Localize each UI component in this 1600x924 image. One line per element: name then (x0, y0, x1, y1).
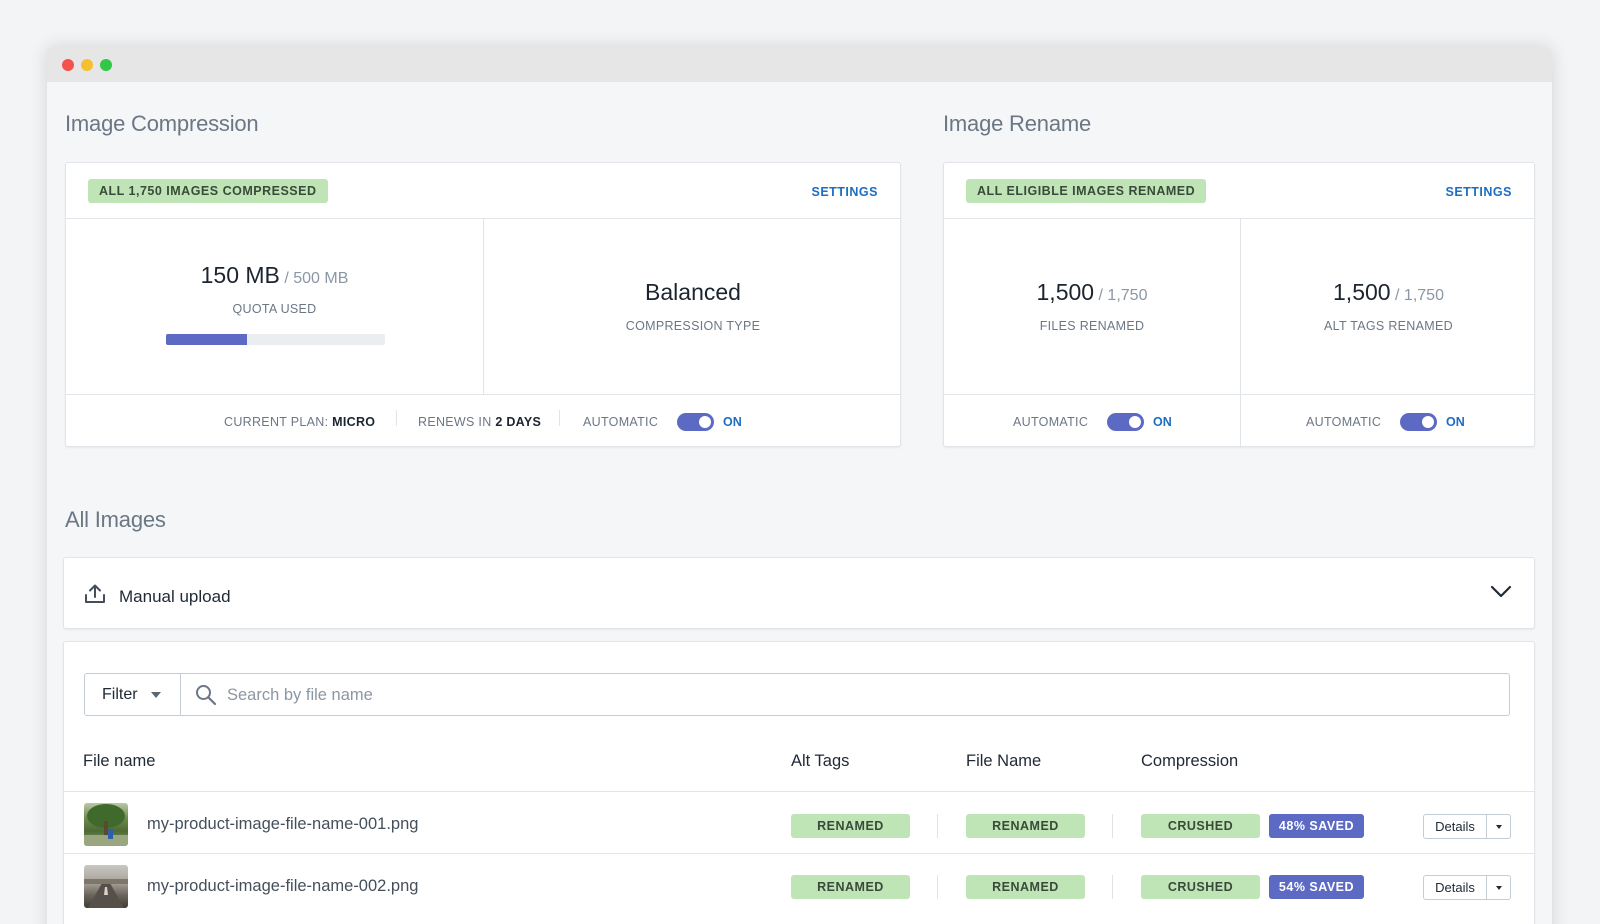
files-automatic-label: AUTOMATIC (1013, 415, 1089, 429)
rename-settings-link[interactable]: SETTINGS (1445, 185, 1512, 199)
divider (944, 394, 1534, 395)
manual-upload-label: Manual upload (119, 586, 231, 606)
renews-value: 2 DAYS (495, 415, 542, 429)
divider (944, 218, 1534, 219)
divider (559, 410, 560, 426)
files-total-value: / 1,750 (1098, 287, 1148, 304)
caret-down-icon (150, 691, 161, 698)
compression-type-value: Balanced (645, 279, 741, 305)
alt-tags-status-badge: RENAMED (791, 814, 910, 838)
alt-automatic-state: ON (1446, 415, 1465, 429)
divider (64, 853, 1534, 854)
chevron-down-icon[interactable] (1490, 585, 1512, 604)
compression-card: ALL 1,750 IMAGES COMPRESSED SETTINGS 150… (65, 162, 901, 447)
manual-upload-row: Manual upload (84, 584, 231, 609)
file-name-cell: my-product-image-file-name-002.png (147, 877, 419, 895)
file-name-status-badge: RENAMED (966, 875, 1085, 899)
current-plan-label: CURRENT PLAN: (224, 415, 329, 429)
quota-label: QUOTA USED (232, 302, 317, 316)
compression-automatic-label: AUTOMATIC (583, 415, 659, 429)
compression-type-label: COMPRESSION TYPE (625, 319, 761, 333)
search-icon (195, 684, 217, 711)
all-images-section-title: All Images (65, 507, 166, 532)
renews-label: RENEWS IN (418, 415, 492, 429)
alt-tags-renamed-label: ALT TAGS RENAMED (1324, 319, 1453, 333)
divider (1240, 218, 1241, 448)
alt-renamed-value: 1,500 (1333, 279, 1391, 305)
divider (1486, 815, 1487, 838)
quota-progress-fill (166, 334, 248, 345)
divider (1112, 875, 1113, 899)
compression-automatic-toggle[interactable] (677, 413, 714, 431)
details-button[interactable]: Details (1423, 875, 1511, 900)
search-field[interactable] (180, 673, 1510, 716)
caret-down-icon[interactable] (1496, 886, 1502, 890)
column-header-file-name-status[interactable]: File Name (966, 752, 1041, 771)
quota-progress-bar (166, 334, 385, 345)
renews-in: RENEWS IN 2 DAYS (418, 415, 541, 429)
files-renamed-label: FILES RENAMED (1039, 319, 1145, 333)
alt-total-value: / 1,750 (1395, 287, 1444, 304)
compression-status-badge: CRUSHED (1141, 814, 1260, 838)
maximize-window-button[interactable] (100, 59, 112, 71)
compression-section-title: Image Compression (65, 111, 259, 136)
divider (1112, 814, 1113, 838)
divider (64, 791, 1534, 792)
file-name-cell: my-product-image-file-name-001.png (147, 815, 419, 833)
alt-tags-renamed-stat: 1,500 / 1,750 ALT TAGS RENAMED (1241, 279, 1536, 333)
toggle-knob (699, 416, 711, 428)
column-header-alt-tags[interactable]: Alt Tags (791, 752, 849, 771)
details-label: Details (1435, 819, 1475, 834)
compression-status-badge: ALL 1,750 IMAGES COMPRESSED (88, 179, 328, 203)
compression-type-stat: Balanced COMPRESSION TYPE (484, 279, 902, 333)
details-button[interactable]: Details (1423, 814, 1511, 839)
divider (937, 814, 938, 838)
alt-automatic-label: AUTOMATIC (1306, 415, 1382, 429)
toggle-knob (1422, 416, 1434, 428)
column-header-compression[interactable]: Compression (1141, 752, 1238, 771)
title-bar (47, 47, 1552, 82)
details-label: Details (1435, 880, 1475, 895)
image-thumbnail (84, 803, 128, 846)
files-automatic-state: ON (1153, 415, 1172, 429)
compression-settings-link[interactable]: SETTINGS (811, 185, 878, 199)
file-name-status-badge: RENAMED (966, 814, 1085, 838)
manual-upload-panel[interactable]: Manual upload (63, 557, 1535, 629)
filter-dropdown[interactable]: Filter (84, 673, 181, 716)
divider (937, 875, 938, 899)
quota-stat: 150 MB / 500 MB QUOTA USED (66, 262, 483, 316)
rename-card: ALL ELIGIBLE IMAGES RENAMED SETTINGS 1,5… (943, 162, 1536, 448)
image-thumbnail (84, 865, 128, 908)
toggle-knob (1129, 416, 1141, 428)
current-plan-value: MICRO (332, 415, 376, 429)
files-automatic-toggle[interactable] (1107, 413, 1144, 431)
divider (66, 394, 900, 395)
upload-icon (84, 584, 106, 609)
quota-used-value: 150 MB (200, 262, 280, 288)
divider (1486, 876, 1487, 899)
files-renamed-stat: 1,500 / 1,750 FILES RENAMED (944, 279, 1240, 333)
close-window-button[interactable] (62, 59, 74, 71)
alt-automatic-toggle[interactable] (1400, 413, 1437, 431)
compression-automatic-state: ON (723, 415, 742, 429)
quota-total-value: / 500 MB (284, 270, 349, 287)
rename-status-badge: ALL ELIGIBLE IMAGES RENAMED (966, 179, 1207, 203)
files-renamed-value: 1,500 (1036, 279, 1095, 305)
alt-tags-status-badge: RENAMED (791, 875, 910, 899)
current-plan: CURRENT PLAN: MICRO (224, 415, 375, 429)
search-input[interactable] (227, 684, 1427, 706)
saved-badge: 48% SAVED (1269, 814, 1364, 838)
filter-label: Filter (102, 685, 138, 703)
caret-down-icon[interactable] (1496, 825, 1502, 829)
compression-status-badge: CRUSHED (1141, 875, 1260, 899)
saved-badge: 54% SAVED (1269, 875, 1364, 899)
divider (396, 410, 397, 426)
column-header-file-name[interactable]: File name (83, 752, 155, 771)
rename-section-title: Image Rename (943, 111, 1092, 136)
minimize-window-button[interactable] (81, 59, 93, 71)
